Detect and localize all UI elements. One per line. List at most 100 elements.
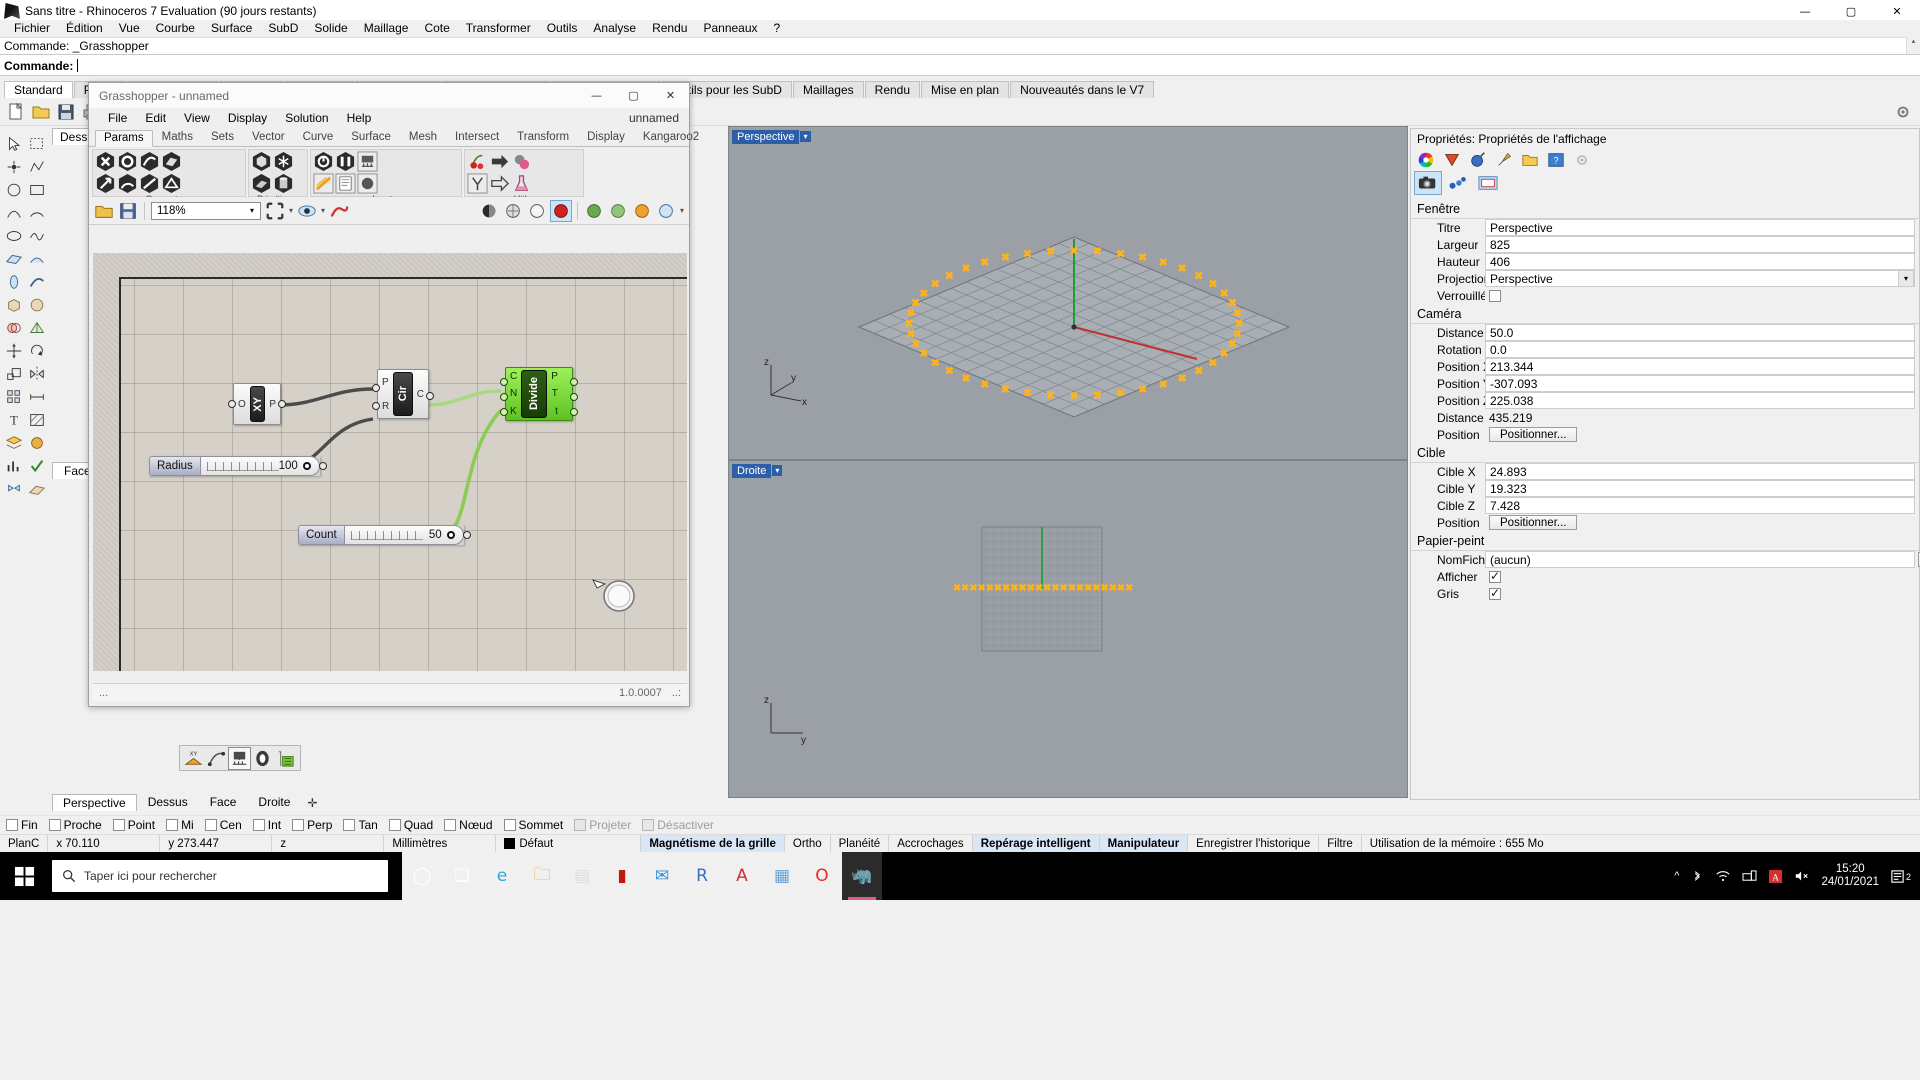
wifi-icon[interactable] [1715,869,1731,883]
revolve-icon[interactable] [3,271,24,292]
status-toggle-enregistrer-l-historique[interactable]: Enregistrer l'historique [1188,834,1320,853]
status-toggle-plan-it-[interactable]: Planéité [831,834,890,853]
rectangle-icon[interactable] [26,179,47,200]
pin-divide-N-input[interactable] [500,393,508,401]
property-button[interactable]: Positionner... [1489,515,1578,530]
menu-item-analyse[interactable]: Analyse [585,20,644,37]
gh-preview-off-icon[interactable] [527,201,547,221]
slider-count-knob[interactable] [446,531,455,539]
help-history-icon[interactable]: ? [1545,150,1567,170]
menu-item-surface[interactable]: Surface [203,20,260,37]
scroll-up-icon[interactable]: ▴ [1907,37,1920,47]
taskbar-revit-icon[interactable]: R [682,852,722,900]
gh-tab-maths[interactable]: Maths [153,129,202,146]
open-file-icon[interactable] [29,100,53,124]
dimension-icon[interactable] [26,386,47,407]
pin-divide-C-input[interactable] [500,378,508,386]
port-label-T[interactable]: T [552,388,558,399]
gh-save-icon[interactable] [118,201,138,221]
component-divide-curve[interactable]: C N K Divide P T t [500,367,578,421]
menu-item-subd[interactable]: SubD [260,20,306,37]
text-icon[interactable]: T [3,409,24,430]
menu-item--[interactable]: ? [766,20,789,37]
osnap-checkbox[interactable] [388,819,401,831]
toolbar-tab-rendu[interactable]: Rendu [864,81,921,98]
port-label-t[interactable]: t [555,406,558,417]
property-button[interactable]: Positionner... [1489,427,1578,442]
slider-radius-track[interactable]: 100 [199,456,320,476]
osnap-tan[interactable]: Tan [343,818,378,832]
mini-slider-icon[interactable] [228,746,251,770]
input-gradient-icon[interactable] [335,151,356,172]
taskbar-opera-icon[interactable]: O [802,852,842,900]
save-file-icon[interactable] [54,100,78,124]
mini-circle-icon[interactable] [252,748,273,769]
port-label-C[interactable]: C [510,371,517,382]
loft-icon[interactable] [26,248,47,269]
pin-radius-output[interactable] [318,462,327,470]
select-arrow-icon[interactable] [3,133,24,154]
pin-xy-P-output[interactable] [278,400,286,408]
chevron-down-icon[interactable]: ▾ [321,206,325,215]
chevron-down-icon[interactable]: ▾ [289,206,293,215]
osnap-checkbox[interactable] [48,819,61,831]
util-flask-icon[interactable] [511,173,532,194]
point-icon[interactable] [3,156,24,177]
param-vector-icon[interactable] [95,173,116,194]
viewport-tab-dessus[interactable]: Dessus [137,793,199,811]
port-label-O[interactable]: O [238,399,246,410]
gh-preview-eye-icon[interactable] [297,201,317,221]
grasshopper-maximize-button[interactable]: ▢ [615,83,652,108]
ellipse-icon[interactable] [3,225,24,246]
rhino-minimize-button[interactable]: — [1782,0,1828,22]
gh-shade-icon[interactable] [479,201,499,221]
menu-item-maillage[interactable]: Maillage [356,20,417,37]
pin-divide-T-output[interactable] [570,393,578,401]
component-xy-plane[interactable]: O XY P [228,383,286,425]
taskbar-mail-icon[interactable]: ✉ [642,852,682,900]
status-toggle-rep-rage-intelligent[interactable]: Repérage intelligent [972,834,1100,853]
input-slider-icon[interactable] [357,151,378,172]
surface-plane-icon[interactable] [3,248,24,269]
gh-tab-display[interactable]: Display [578,129,634,146]
param-line-icon[interactable] [139,173,160,194]
gh-menu-solution[interactable]: Solution [276,111,337,125]
chevron-down-icon[interactable]: ▾ [680,206,684,215]
boolean-union-icon[interactable] [3,317,24,338]
pin-xy-O-input[interactable] [228,400,236,408]
freeform-icon[interactable] [26,225,47,246]
menu-item-solide[interactable]: Solide [306,20,355,37]
solid-box-icon[interactable] [3,294,24,315]
gh-zoom-extents-icon[interactable] [265,201,285,221]
menu-item-rendu[interactable]: Rendu [644,20,695,37]
grasshopper-close-button[interactable]: ✕ [652,83,689,108]
property-value[interactable]: 0.0 [1485,341,1915,358]
mini-curve-icon[interactable] [206,748,227,769]
plane-export-icon[interactable] [26,478,47,499]
property-value[interactable]: -307.093 [1485,375,1915,392]
osnap-checkbox[interactable] [252,819,265,831]
component-circle[interactable]: P R Cir C [372,369,434,419]
menu-item-outils[interactable]: Outils [539,20,586,37]
property-value[interactable]: Perspective ▾ [1485,270,1915,287]
toolbar-tab-nouveaut-s-dans-le-v7[interactable]: Nouveautés dans le V7 [1010,81,1155,98]
status-toggle-accrochages[interactable]: Accrochages [889,834,973,853]
toolbar-tab-standard[interactable]: Standard [4,81,73,98]
arc-icon[interactable] [26,202,47,223]
property-value[interactable]: 19.323 [1485,480,1915,497]
status-layer[interactable]: Défaut [496,834,642,853]
volume-muted-icon[interactable] [1794,869,1810,883]
menu-item-panneaux[interactable]: Panneaux [695,20,765,37]
osnap-int[interactable]: Int [252,818,281,832]
select-window-icon[interactable] [26,133,47,154]
port-label-K[interactable]: K [510,406,517,417]
status-toggle-filtre[interactable]: Filtre [1319,834,1362,853]
object-properties-icon[interactable] [1441,150,1463,170]
port-label-P[interactable]: P [382,377,389,388]
start-button[interactable] [0,852,48,900]
primitive-plane-icon[interactable] [251,173,272,194]
osnap-fin[interactable]: Fin [6,818,38,832]
osnap-checkbox[interactable] [503,819,516,831]
input-boolean-icon[interactable] [313,151,334,172]
pin-divide-K-input[interactable] [500,408,508,416]
